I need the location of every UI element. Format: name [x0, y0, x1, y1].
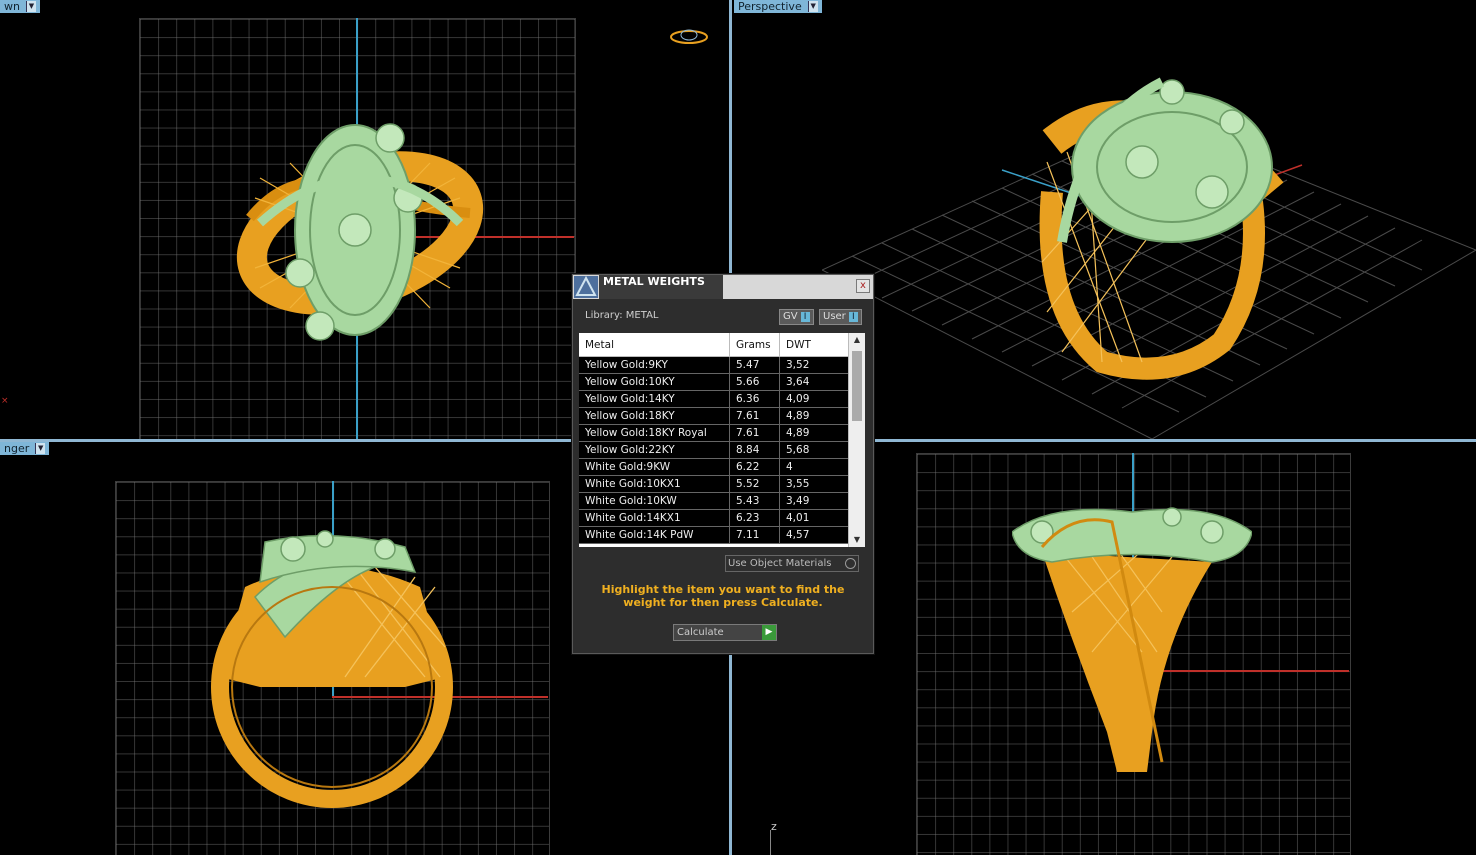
metal-name: White Gold:9KW [579, 458, 730, 476]
viewport-label-top-left[interactable]: wn ▼ [0, 0, 40, 13]
table-header-row: Metal Grams DWT [579, 333, 849, 357]
ring-model-perspective[interactable] [1022, 62, 1302, 382]
viewport-name: wn [4, 0, 20, 13]
chevron-down-icon[interactable]: ▼ [35, 443, 46, 454]
play-arrow-icon: ▶ [762, 625, 776, 640]
toggle-indicator-icon: I [800, 312, 810, 322]
table-row[interactable]: Yellow Gold:18KY Royal 7.61 4,89 [579, 424, 849, 442]
metal-name: Yellow Gold:18KY Royal [579, 424, 730, 442]
scroll-thumb[interactable] [852, 351, 862, 421]
dwt-value: 4,01 [779, 509, 849, 527]
column-header-grams[interactable]: Grams [729, 333, 780, 357]
metal-name: White Gold:14KX1 [579, 509, 730, 527]
user-toggle[interactable]: User I [819, 309, 862, 325]
close-button[interactable]: x [856, 279, 870, 293]
metal-name: Yellow Gold:18KY [579, 407, 730, 425]
table-row[interactable]: White Gold:14K PdW 7.11 4,57 [579, 526, 849, 544]
library-label: Library: METAL [585, 310, 659, 321]
metal-table: Metal Grams DWT Yellow Gold:9KY 5.47 3,52 … [579, 333, 849, 544]
dwt-value: 3,55 [779, 475, 849, 493]
calculate-label: Calculate [677, 627, 724, 638]
table-row[interactable]: White Gold:9KW 6.22 4 [579, 458, 849, 476]
scroll-down-icon[interactable]: ▼ [849, 533, 865, 547]
grams-value: 7.11 [729, 526, 780, 544]
metal-name: Yellow Gold:14KY [579, 390, 730, 408]
gv-toggle[interactable]: GV I [779, 309, 814, 325]
dwt-value: 3,52 [779, 356, 849, 374]
table-row[interactable]: Yellow Gold:14KY 6.36 4,09 [579, 390, 849, 408]
dwt-value: 4,89 [779, 407, 849, 425]
dwt-value: 3,64 [779, 373, 849, 391]
metal-name: White Gold:14K PdW [579, 526, 730, 544]
grams-value: 5.52 [729, 475, 780, 493]
use-object-materials-label: Use Object Materials [728, 558, 832, 569]
metal-name: Yellow Gold:9KY [579, 356, 730, 374]
table-scrollbar[interactable]: ▲ ▼ [848, 333, 865, 547]
ring-model-top-view[interactable] [230, 118, 490, 358]
metal-name: White Gold:10KW [579, 492, 730, 510]
calculate-button[interactable]: Calculate ▶ [673, 624, 777, 641]
viewport-label-bottom-left[interactable]: nger ▼ [0, 442, 50, 455]
table-row[interactable]: White Gold:14KX1 6.23 4,01 [579, 509, 849, 527]
dialog-title-bar[interactable]: METAL WEIGHTS x [573, 275, 873, 299]
toggle-indicator-icon: I [848, 312, 858, 322]
grams-value: 5.47 [729, 356, 780, 374]
table-row[interactable]: Yellow Gold:10KY 5.66 3,64 [579, 373, 849, 391]
mini-ring-icon [670, 29, 708, 44]
table-row[interactable]: Yellow Gold:18KY 7.61 4,89 [579, 407, 849, 425]
chevron-down-icon[interactable]: ▼ [25, 1, 36, 12]
ring-model-front-view[interactable] [205, 527, 460, 812]
table-row[interactable]: White Gold:10KW 5.43 3,49 [579, 492, 849, 510]
dialog-title: METAL WEIGHTS [599, 275, 723, 299]
dwt-value: 4 [779, 458, 849, 476]
column-header-dwt[interactable]: DWT [779, 333, 849, 357]
grams-value: 6.36 [729, 390, 780, 408]
metal-table-container[interactable]: Metal Grams DWT Yellow Gold:9KY 5.47 3,52 … [579, 333, 865, 547]
viewport-name: Perspective [738, 0, 802, 13]
table-row[interactable]: Yellow Gold:9KY 5.47 3,52 [579, 356, 849, 374]
metal-name: White Gold:10KX1 [579, 475, 730, 493]
dwt-value: 4,09 [779, 390, 849, 408]
metal-name: Yellow Gold:22KY [579, 441, 730, 459]
grams-value: 6.23 [729, 509, 780, 527]
dwt-value: 4,89 [779, 424, 849, 442]
use-object-materials-button[interactable]: Use Object Materials [725, 555, 859, 572]
dwt-value: 5,68 [779, 441, 849, 459]
table-row[interactable]: Yellow Gold:22KY 8.84 5,68 [579, 441, 849, 459]
table-row[interactable]: White Gold:10KX1 5.52 3,55 [579, 475, 849, 493]
grams-value: 7.61 [729, 424, 780, 442]
viewport-label-perspective[interactable]: Perspective ▼ [734, 0, 822, 13]
scroll-up-icon[interactable]: ▲ [849, 333, 865, 347]
chevron-down-icon[interactable]: ▼ [807, 1, 818, 12]
metal-name: Yellow Gold:10KY [579, 373, 730, 391]
gv-toggle-label: GV [783, 311, 798, 322]
dwt-value: 4,57 [779, 526, 849, 544]
user-toggle-label: User [823, 311, 846, 322]
app-logo-icon [574, 275, 598, 298]
instruction-text: Highlight the item you want to find the … [601, 583, 845, 609]
grams-value: 5.66 [729, 373, 780, 391]
column-header-metal[interactable]: Metal [579, 333, 730, 357]
grams-value: 6.22 [729, 458, 780, 476]
metal-weights-dialog: METAL WEIGHTS x Library: METAL GV I User… [572, 274, 874, 654]
origin-marker: × [1, 396, 9, 406]
grams-value: 8.84 [729, 441, 780, 459]
z-axis-label: z [771, 820, 777, 833]
radio-circle-icon [845, 558, 856, 569]
grams-value: 5.43 [729, 492, 780, 510]
z-axis-tick [770, 830, 771, 855]
viewport-name: nger [4, 442, 30, 455]
dwt-value: 3,49 [779, 492, 849, 510]
ring-model-side-view[interactable] [1012, 502, 1252, 787]
grams-value: 7.61 [729, 407, 780, 425]
